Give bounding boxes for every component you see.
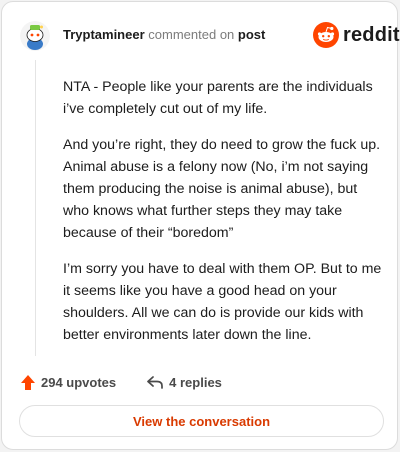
comment-actions: 294 upvotes 4 replies xyxy=(20,372,222,392)
reddit-logo-icon xyxy=(313,22,339,48)
comment-card: Tryptamineer commented on post reddit NT… xyxy=(1,1,400,450)
brand-wordmark: reddit xyxy=(343,23,400,46)
reply-count: 4 replies xyxy=(169,374,222,390)
reddit-brand[interactable]: reddit xyxy=(313,22,400,48)
reply-arrow-icon xyxy=(147,376,164,389)
comment-paragraph: And you’re right, they do need to grow t… xyxy=(63,137,381,241)
comment-body: NTA - People like your parents are the i… xyxy=(63,76,385,360)
comment-header: Tryptamineer commented on post xyxy=(63,27,265,42)
username-link[interactable]: Tryptamineer xyxy=(63,27,145,42)
view-conversation-label: View the conversation xyxy=(132,413,271,429)
comment-paragraph: I’m sorry you have to deal with them OP.… xyxy=(63,261,382,343)
thread-line xyxy=(35,60,36,356)
post-link[interactable]: post xyxy=(238,27,265,42)
comment-paragraph: NTA - People like your parents are the i… xyxy=(63,79,373,117)
snoo-avatar-icon xyxy=(20,21,50,51)
user-avatar[interactable] xyxy=(20,21,50,51)
action-text: commented on xyxy=(148,27,235,42)
upvote-button[interactable]: 294 upvotes xyxy=(20,374,116,391)
view-conversation-button[interactable]: View the conversation xyxy=(19,405,384,437)
upvote-arrow-icon xyxy=(21,374,35,390)
replies-button[interactable]: 4 replies xyxy=(146,374,222,390)
upvote-count: 294 upvotes xyxy=(41,374,117,390)
